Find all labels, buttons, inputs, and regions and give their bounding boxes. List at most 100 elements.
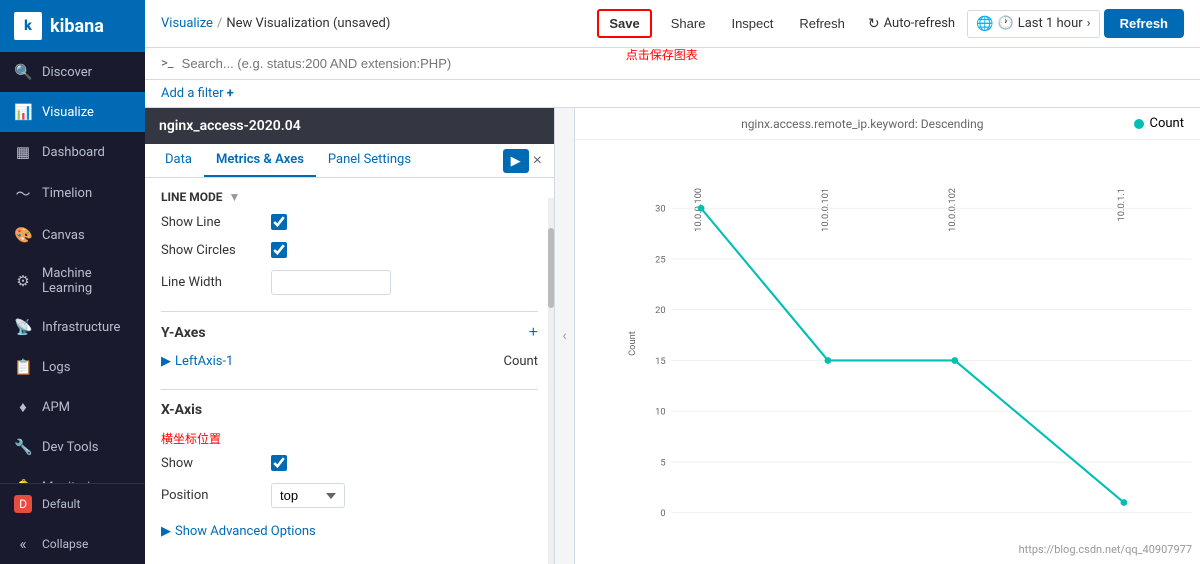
sidebar-item-label: Logs bbox=[42, 360, 70, 375]
collapse-icon: ‹ bbox=[562, 328, 566, 344]
sidebar-item-ml[interactable]: ⚙ Machine Learning bbox=[0, 255, 145, 307]
data-point-3 bbox=[1121, 499, 1128, 506]
share-button[interactable]: Share bbox=[660, 10, 717, 37]
refresh-button[interactable]: Refresh bbox=[1104, 9, 1184, 38]
run-button[interactable]: ▶ bbox=[503, 149, 529, 173]
globe-icon: 🌐 bbox=[976, 16, 993, 32]
ytick-25: 25 bbox=[655, 254, 665, 265]
chart-title: nginx.access.remote_ip.keyword: Descendi… bbox=[591, 117, 1134, 131]
ytick-10: 10 bbox=[655, 407, 665, 418]
x-axis-title: X-Axis bbox=[161, 402, 538, 418]
y-axes-section: Y-Axes + ▶ LeftAxis-1 Count bbox=[161, 311, 538, 373]
tab-panel-settings[interactable]: Panel Settings bbox=[316, 144, 423, 177]
x-position-select[interactable]: top bottom bbox=[271, 483, 345, 508]
sidebar-item-logs[interactable]: 📋 Logs bbox=[0, 347, 145, 387]
y-axes-title: Y-Axes bbox=[161, 325, 206, 341]
x-axis-annotation: 横坐标位置 bbox=[161, 430, 538, 447]
ytick-15: 15 bbox=[655, 356, 665, 367]
x-show-checkbox[interactable] bbox=[271, 455, 287, 471]
panel-scrollbar[interactable] bbox=[548, 198, 554, 564]
x-label-1: 10.0.0.101 bbox=[820, 188, 831, 232]
sidebar-footer: D Default « Collapse bbox=[0, 483, 145, 564]
x-show-label: Show bbox=[161, 456, 261, 471]
ml-icon: ⚙ bbox=[14, 272, 32, 290]
sidebar-item-label: Canvas bbox=[42, 228, 85, 243]
sidebar-item-monitoring[interactable]: 🔔 Monitoring bbox=[0, 467, 145, 483]
time-picker[interactable]: 🌐 🕐 Last 1 hour › bbox=[967, 10, 1099, 38]
ytick-5: 5 bbox=[660, 457, 665, 468]
auto-refresh-icon: ↻ bbox=[868, 16, 880, 32]
app-name: kibana bbox=[50, 16, 104, 37]
line-width-label: Line Width bbox=[161, 275, 261, 290]
breadcrumb-root[interactable]: Visualize bbox=[161, 16, 213, 31]
x-position-label: Position bbox=[161, 488, 261, 503]
sidebar-item-visualize[interactable]: 📊 Visualize bbox=[0, 92, 145, 132]
breadcrumb-separator: / bbox=[217, 16, 222, 31]
save-button[interactable]: Save bbox=[597, 9, 651, 38]
auto-refresh-toggle[interactable]: ↻ Auto-refresh bbox=[860, 11, 963, 37]
y-axis-label: Count bbox=[627, 331, 638, 356]
devtools-icon: 🔧 bbox=[14, 438, 32, 456]
show-advanced-button[interactable]: ▶ Show Advanced Options bbox=[161, 524, 538, 539]
panel-tabs: Data Metrics & Axes Panel Settings ▶ × bbox=[145, 144, 554, 178]
sidebar-item-apm[interactable]: ♦ APM bbox=[0, 387, 145, 427]
add-y-axis-button[interactable]: + bbox=[529, 324, 538, 342]
sidebar-item-label: Default bbox=[42, 497, 80, 511]
inspect-button[interactable]: Inspect bbox=[720, 10, 784, 37]
sidebar-item-label: Visualize bbox=[42, 105, 94, 120]
panel-scrollbar-thumb bbox=[548, 228, 554, 308]
left-axis-link[interactable]: ▶ LeftAxis-1 bbox=[161, 354, 233, 369]
chart-line bbox=[701, 208, 1124, 502]
show-circles-row: Show Circles bbox=[161, 242, 538, 258]
sidebar-item-label: Dev Tools bbox=[42, 440, 98, 455]
sidebar-item-canvas[interactable]: 🎨 Canvas bbox=[0, 215, 145, 255]
sidebar-item-timelion[interactable]: 〜 Timelion bbox=[0, 172, 145, 215]
add-filter-label: Add a filter bbox=[161, 86, 224, 101]
show-circles-checkbox[interactable] bbox=[271, 242, 287, 258]
watermark: https://blog.csdn.net/qq_40907977 bbox=[1019, 543, 1192, 556]
x-position-row: Position top bottom bbox=[161, 483, 538, 508]
search-prompt: >_ bbox=[161, 56, 174, 71]
panel-title: nginx_access-2020.04 bbox=[159, 118, 301, 134]
data-point-1 bbox=[825, 357, 832, 364]
sidebar-item-default[interactable]: D Default bbox=[0, 484, 145, 524]
main-content: Visualize / New Visualization (unsaved) … bbox=[145, 0, 1200, 564]
sidebar-item-label: APM bbox=[42, 400, 70, 415]
x-show-row: Show bbox=[161, 455, 538, 471]
sidebar-item-devtools[interactable]: 🔧 Dev Tools bbox=[0, 427, 145, 467]
chevron-right-icon: ▶ bbox=[161, 354, 171, 369]
sidebar-nav: 🔍 Discover 📊 Visualize ▦ Dashboard 〜 Tim… bbox=[0, 52, 145, 483]
sidebar-item-collapse[interactable]: « Collapse bbox=[0, 524, 145, 564]
x-label-3: 10.0.1.1 bbox=[1116, 188, 1127, 221]
close-panel-button[interactable]: × bbox=[529, 148, 546, 174]
line-mode-label: Line Mode bbox=[161, 190, 223, 204]
dashboard-icon: ▦ bbox=[14, 143, 32, 161]
show-advanced-label: Show Advanced Options bbox=[175, 524, 316, 539]
chart-topbar: nginx.access.remote_ip.keyword: Descendi… bbox=[575, 108, 1200, 140]
topbar: Visualize / New Visualization (unsaved) … bbox=[145, 0, 1200, 48]
add-filter-button[interactable]: Add a filter + bbox=[161, 86, 234, 101]
line-mode-header: Line Mode ▼ bbox=[161, 190, 538, 204]
logo-box: k bbox=[14, 12, 42, 40]
tab-data[interactable]: Data bbox=[153, 144, 204, 177]
show-circles-label: Show Circles bbox=[161, 243, 261, 258]
filter-bar: Add a filter + bbox=[145, 80, 1200, 108]
legend-label: Count bbox=[1150, 116, 1184, 131]
sidebar-item-label: Timelion bbox=[42, 186, 92, 201]
x-label-2: 10.0.0.102 bbox=[947, 188, 958, 232]
show-line-checkbox[interactable] bbox=[271, 214, 287, 230]
sidebar-item-dashboard[interactable]: ▦ Dashboard bbox=[0, 132, 145, 172]
refresh-plain-button[interactable]: Refresh bbox=[788, 10, 856, 37]
tab-metrics-axes[interactable]: Metrics & Axes bbox=[204, 144, 316, 177]
app-logo[interactable]: k kibana bbox=[0, 0, 145, 52]
sidebar-item-infrastructure[interactable]: 📡 Infrastructure bbox=[0, 307, 145, 347]
y-axis-count: Count bbox=[504, 354, 538, 369]
line-width-input[interactable] bbox=[271, 270, 391, 295]
left-axis-label: LeftAxis-1 bbox=[175, 354, 233, 369]
panel-collapse-btn[interactable]: ‹ bbox=[555, 108, 575, 564]
topbar-actions: Save 点击保存图表 Share Inspect Refresh ↻ Auto… bbox=[597, 9, 1184, 38]
sidebar-item-discover[interactable]: 🔍 Discover bbox=[0, 52, 145, 92]
breadcrumb: Visualize / New Visualization (unsaved) bbox=[161, 16, 390, 31]
left-axis-item: ▶ LeftAxis-1 Count bbox=[161, 350, 538, 373]
timelion-icon: 〜 bbox=[14, 183, 32, 204]
